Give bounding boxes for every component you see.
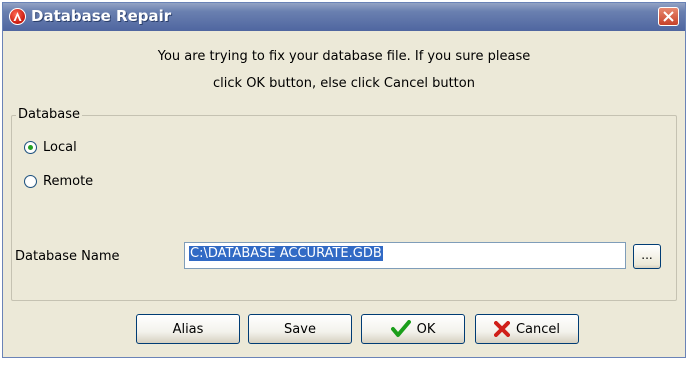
local-radio[interactable] bbox=[24, 141, 37, 154]
save-button[interactable]: Save bbox=[248, 314, 352, 344]
checkmark-icon bbox=[390, 320, 411, 337]
window-title: Database Repair bbox=[31, 7, 172, 25]
remote-radio[interactable] bbox=[24, 175, 37, 188]
database-name-input[interactable]: C:\DATABASE ACCURATE.GDB bbox=[184, 242, 626, 269]
remote-radio-label: Remote bbox=[43, 174, 94, 189]
message-line-1: You are trying to fix your database file… bbox=[157, 49, 531, 64]
local-radio-option[interactable]: Local bbox=[24, 140, 77, 155]
accurate-logo-icon bbox=[9, 8, 26, 25]
close-icon bbox=[663, 11, 674, 22]
ok-button[interactable]: OK bbox=[361, 314, 465, 344]
browse-button[interactable]: ... bbox=[633, 244, 661, 269]
alias-button-label: Alias bbox=[172, 321, 204, 337]
cancel-button[interactable]: Cancel bbox=[475, 314, 579, 344]
cancel-button-label: Cancel bbox=[515, 321, 561, 337]
remote-radio-option[interactable]: Remote bbox=[24, 174, 93, 189]
ok-button-label: OK bbox=[416, 321, 436, 337]
close-button[interactable] bbox=[658, 7, 679, 26]
local-radio-label: Local bbox=[43, 140, 77, 155]
message-line-2: click OK button, else click Cancel butto… bbox=[213, 76, 475, 91]
database-name-label: Database Name bbox=[15, 249, 120, 264]
alias-button[interactable]: Alias bbox=[136, 314, 240, 344]
database-group: Database Local Remote bbox=[11, 107, 677, 301]
database-name-value: C:\DATABASE ACCURATE.GDB bbox=[189, 246, 383, 261]
x-icon bbox=[493, 321, 510, 337]
save-button-label: Save bbox=[284, 321, 316, 337]
title-bar: Database Repair bbox=[3, 3, 685, 31]
database-group-label: Database bbox=[16, 107, 83, 122]
repair-dialog: Database Repair You are trying to fix yo… bbox=[2, 2, 686, 358]
